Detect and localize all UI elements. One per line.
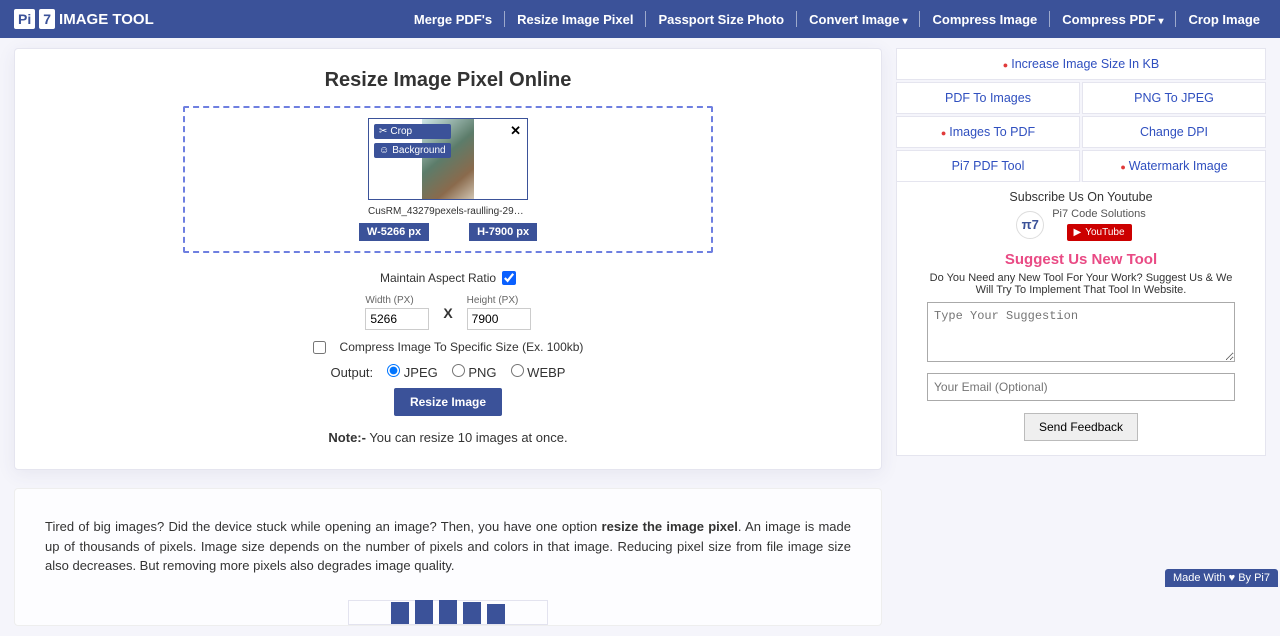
width-tag: W-5266 px: [359, 223, 429, 241]
email-input[interactable]: [927, 373, 1235, 401]
chevron-down-icon: ▾: [1158, 16, 1163, 27]
output-label: Output:: [331, 365, 374, 380]
output-png-option[interactable]: PNG: [452, 364, 497, 380]
width-input[interactable]: [365, 308, 429, 330]
uploaded-thumbnail: ✂ Crop ☺ Background ✕: [368, 118, 528, 200]
dot-icon: ●: [941, 128, 946, 138]
nav-merge-pdfs[interactable]: Merge PDF's: [408, 12, 498, 27]
height-tag: H-7900 px: [469, 223, 537, 241]
side-link-png-to-jpeg[interactable]: PNG To JPEG: [1082, 82, 1266, 114]
nav-separator: [1175, 11, 1176, 27]
output-png-radio[interactable]: [452, 364, 465, 377]
crop-thumbnail-button[interactable]: ✂ Crop: [374, 124, 451, 139]
crop-icon: ✂: [379, 126, 387, 137]
suggest-description: Do You Need any New Tool For Your Work? …: [907, 272, 1255, 296]
youtube-icon: ▶: [1074, 227, 1082, 238]
maintain-aspect-checkbox[interactable]: [502, 271, 516, 285]
side-link-pdf-to-images[interactable]: PDF To Images: [896, 82, 1080, 114]
suggest-title: Suggest Us New Tool: [907, 251, 1255, 268]
side-link-change-dpi[interactable]: Change DPI: [1082, 116, 1266, 148]
compress-specific-size-checkbox[interactable]: [313, 341, 326, 354]
logo[interactable]: Pi 7 IMAGE TOOL: [14, 9, 154, 29]
nav-separator: [645, 11, 646, 27]
maintain-aspect-label: Maintain Aspect Ratio: [380, 271, 496, 285]
article-paragraph: Tired of big images? Did the device stuc…: [45, 517, 851, 576]
nav-separator: [919, 11, 920, 27]
logo-text: IMAGE TOOL: [59, 11, 154, 28]
side-link-images-to-pdf[interactable]: ●Images To PDF: [896, 116, 1080, 148]
output-jpeg-option[interactable]: JPEG: [387, 364, 438, 380]
article-card: Tired of big images? Did the device stuc…: [14, 488, 882, 626]
x-separator: X: [443, 305, 452, 321]
suggestion-textarea[interactable]: [927, 302, 1235, 362]
side-link-watermark-image[interactable]: ●Watermark Image: [1082, 150, 1266, 182]
logo-7: 7: [39, 9, 55, 29]
main-card: Resize Image Pixel Online ✂ Crop ☺ Backg…: [14, 48, 882, 470]
dot-icon: ●: [1003, 60, 1008, 70]
output-jpeg-radio[interactable]: [387, 364, 400, 377]
nav-compress-image[interactable]: Compress Image: [926, 12, 1043, 27]
output-webp-option[interactable]: WEBP: [511, 364, 566, 380]
nav-convert-image[interactable]: Convert Image▾: [803, 12, 913, 27]
channel-name: Pi7 Code Solutions: [1052, 208, 1146, 220]
made-with-badge[interactable]: Made With ♥ By Pi7: [1165, 569, 1278, 587]
chevron-down-icon: ▾: [902, 16, 907, 27]
send-feedback-button[interactable]: Send Feedback: [1024, 413, 1138, 441]
background-thumbnail-button[interactable]: ☺ Background: [374, 143, 451, 158]
side-link-pi7-pdf-tool[interactable]: Pi7 PDF Tool: [896, 150, 1080, 182]
nav-compress-pdf[interactable]: Compress PDF▾: [1056, 12, 1169, 27]
filename-label: CusRM_43279pexels-raulling-29799788.j…: [368, 206, 528, 217]
height-input[interactable]: [467, 308, 531, 330]
logo-pi: Pi: [14, 9, 35, 29]
channel-avatar: π7: [1016, 211, 1044, 239]
header: Pi 7 IMAGE TOOL Merge PDF's Resize Image…: [0, 0, 1280, 38]
user-icon: ☺: [379, 145, 389, 156]
resize-image-button[interactable]: Resize Image: [394, 388, 502, 416]
page-title: Resize Image Pixel Online: [45, 69, 851, 92]
nav-separator: [796, 11, 797, 27]
height-label: Height (PX): [467, 295, 519, 306]
nav-resize-image-pixel[interactable]: Resize Image Pixel: [511, 12, 639, 27]
width-label: Width (PX): [365, 295, 413, 306]
dot-icon: ●: [1120, 162, 1125, 172]
subscribe-box: Subscribe Us On Youtube π7 Pi7 Code Solu…: [896, 182, 1266, 456]
compress-specific-size-label: Compress Image To Specific Size (Ex. 100…: [340, 340, 584, 354]
nav-crop-image[interactable]: Crop Image: [1182, 12, 1266, 27]
dropzone[interactable]: ✂ Crop ☺ Background ✕ CusRM_43279pexels-…: [183, 106, 713, 253]
nav-passport-size-photo[interactable]: Passport Size Photo: [652, 12, 790, 27]
output-webp-radio[interactable]: [511, 364, 524, 377]
top-nav: Merge PDF's Resize Image Pixel Passport …: [408, 11, 1266, 27]
remove-thumbnail-button[interactable]: ✕: [510, 123, 521, 139]
illustration: [45, 600, 851, 625]
nav-separator: [504, 11, 505, 27]
subscribe-title: Subscribe Us On Youtube: [907, 190, 1255, 204]
nav-separator: [1049, 11, 1050, 27]
note: Note:- You can resize 10 images at once.: [45, 430, 851, 445]
youtube-subscribe-button[interactable]: ▶ YouTube: [1067, 224, 1132, 241]
side-link-increase-image-size[interactable]: ●Increase Image Size In KB: [896, 48, 1266, 80]
